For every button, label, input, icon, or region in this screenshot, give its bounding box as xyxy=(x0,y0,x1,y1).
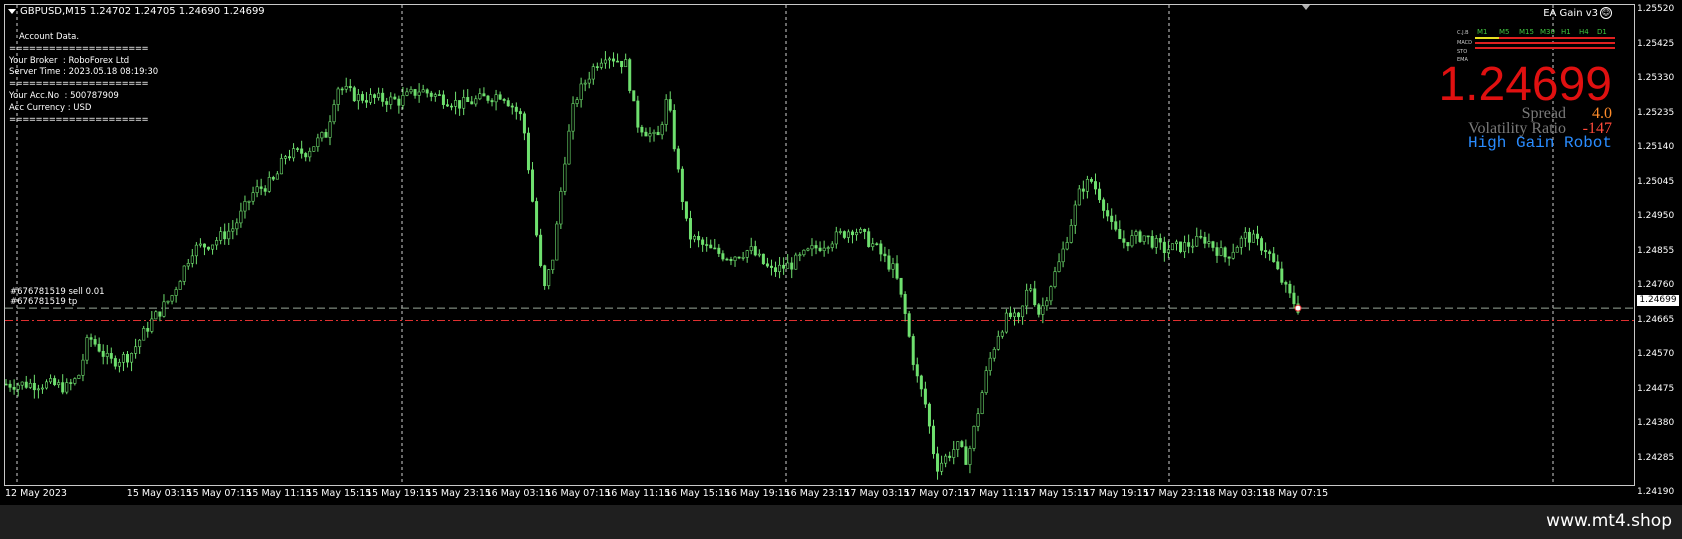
ea-label[interactable]: EA Gain v3 ☺ xyxy=(1543,7,1612,19)
time-tick-label: 17 May 07:15 xyxy=(904,488,970,499)
price-tick-label: 1.24950 xyxy=(1637,211,1675,221)
account-data-panel: Account Data. ===================== Your… xyxy=(9,32,158,126)
price-tick-label: 1.25425 xyxy=(1637,38,1675,49)
time-tick-label: 15 May 23:15 xyxy=(425,488,491,499)
account-separator: ===================== xyxy=(9,79,149,90)
indicator-bar xyxy=(1475,47,1615,49)
time-tick-label: 12 May 2023 xyxy=(5,488,67,499)
time-tick-label: 17 May 15:15 xyxy=(1023,488,1089,499)
time-tick-label: 16 May 23:15 xyxy=(784,488,850,499)
collapse-triangle-icon[interactable] xyxy=(8,8,16,14)
time-tick-label: 16 May 15:15 xyxy=(665,488,731,499)
time-tick-label: 15 May 03:15 xyxy=(126,488,192,499)
account-broker: Your Broker : RoboForex Ltd xyxy=(9,55,130,66)
robot-name: High Gain Robot xyxy=(1467,134,1612,152)
price-tick-label: 1.24760 xyxy=(1637,280,1675,290)
time-tick-label: 18 May 07:15 xyxy=(1263,488,1329,499)
time-tick-label: 17 May 11:15 xyxy=(964,488,1030,499)
tf-h4: H4 xyxy=(1579,28,1589,36)
row-cjb: C.J.B xyxy=(1457,30,1469,36)
time-tick-label: 15 May 19:15 xyxy=(366,488,432,499)
account-server-time: Server Time : 2023.05.18 08:19:30 xyxy=(9,67,159,78)
symbol-line: GBPUSD,M15 1.24702 1.24705 1.24690 1.246… xyxy=(20,6,265,17)
indicator-bar xyxy=(1499,37,1615,39)
footer-bar: www.mt4.shop xyxy=(0,505,1682,539)
site-url[interactable]: www.mt4.shop xyxy=(1546,511,1672,531)
tf-h1: H1 xyxy=(1561,28,1571,36)
price-tick-label: 1.25330 xyxy=(1637,73,1675,83)
price-tick-label: 1.24855 xyxy=(1637,245,1675,256)
indicator-bar xyxy=(1475,42,1615,44)
time-tick-label: 16 May 11:15 xyxy=(605,488,671,499)
price-tick-label: 1.24665 xyxy=(1637,314,1675,325)
plot-frame xyxy=(4,4,1635,486)
tf-m30: M30 xyxy=(1540,28,1555,36)
chart-window[interactable]: GBPUSD,M15 1.24702 1.24705 1.24690 1.246… xyxy=(0,0,1682,505)
ea-name: EA Gain v3 xyxy=(1543,8,1598,19)
current-price-large: 1.24699 xyxy=(1438,58,1612,111)
tf-m5: M5 xyxy=(1499,28,1510,36)
price-tick-label: 1.25235 xyxy=(1637,107,1675,118)
time-tick-label: 15 May 07:15 xyxy=(186,488,252,499)
price-tick-label: 1.24190 xyxy=(1637,487,1675,497)
current-price-tag: 1.24699 xyxy=(1637,295,1679,306)
row-sto: STO xyxy=(1457,49,1468,55)
tf-m1: M1 xyxy=(1477,28,1488,36)
price-tick-label: 1.25045 xyxy=(1637,176,1675,187)
price-tick-label: 1.25140 xyxy=(1637,142,1675,152)
tf-m15: M15 xyxy=(1519,28,1534,36)
row-macd: MACD xyxy=(1457,40,1472,46)
price-tick-label: 1.24285 xyxy=(1637,452,1675,463)
price-tick-label: 1.24475 xyxy=(1637,383,1675,394)
time-tick-label: 17 May 19:15 xyxy=(1083,488,1149,499)
price-tick-label: 1.24380 xyxy=(1637,418,1675,428)
order-tp-label[interactable]: #676781519 tp xyxy=(10,297,77,307)
tf-d1: D1 xyxy=(1597,28,1607,36)
symbol-header[interactable]: GBPUSD,M15 1.24702 1.24705 1.24690 1.246… xyxy=(8,6,265,17)
time-tick-label: 15 May 11:15 xyxy=(246,488,312,499)
account-separator: ===================== xyxy=(9,114,149,125)
price-tick-label: 1.24570 xyxy=(1637,349,1675,359)
time-tick-label: 15 May 15:15 xyxy=(306,488,372,499)
account-separator: ===================== xyxy=(9,43,149,54)
smiley-icon: ☺ xyxy=(1600,7,1612,19)
time-tick-label: 18 May 03:15 xyxy=(1203,488,1269,499)
indicator-bar xyxy=(1475,37,1499,39)
time-tick-label: 17 May 23:15 xyxy=(1143,488,1209,499)
order-sell-label[interactable]: #676781519 sell 0.01 xyxy=(10,287,105,297)
time-tick-label: 17 May 03:15 xyxy=(844,488,910,499)
account-number: Your Acc.No : 500787909 xyxy=(9,90,119,101)
price-tick-label: 1.25520 xyxy=(1637,4,1675,14)
account-currency: Acc Currency : USD xyxy=(9,102,92,113)
time-tick-label: 16 May 07:15 xyxy=(545,488,611,499)
account-title: Account Data. xyxy=(19,32,80,42)
time-tick-label: 16 May 03:15 xyxy=(485,488,551,499)
time-tick-label: 16 May 19:15 xyxy=(724,488,790,499)
